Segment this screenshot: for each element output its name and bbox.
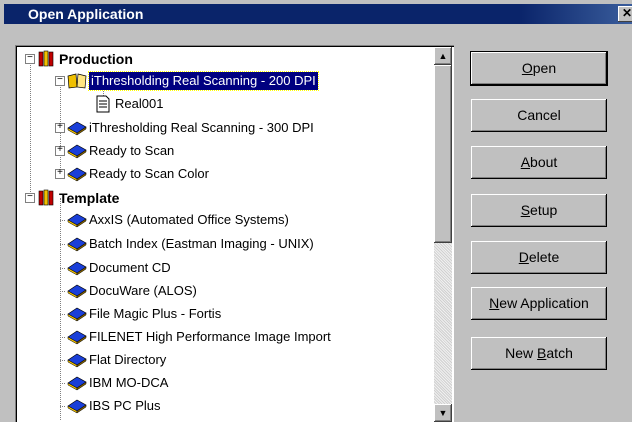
book-icon [67,374,87,392]
tree-node-label: Real001 [115,96,164,111]
open-button[interactable]: Open [471,52,607,85]
books-icon [37,50,57,68]
tree-node-filemagic[interactable]: File Magic Plus - Fortis [15,303,433,325]
tree-node-doccd[interactable]: Document CD [15,257,433,279]
new-application-button[interactable]: New Application [471,287,607,320]
scroll-up-button[interactable]: ▲ [434,47,452,65]
tree-node-production[interactable]: − Production [15,48,433,70]
tree-node-label: IBS PC Plus [89,398,161,413]
tree-node-label: Document CD [89,260,171,275]
tree-node-label: File Magic Plus - Fortis [89,306,222,321]
tree-node-ibspc[interactable]: IBS PC Plus [15,395,433,417]
tree-node-batchidx[interactable]: Batch Index (Eastman Imaging - UNIX) [15,233,433,255]
close-button[interactable]: ✕ [618,6,632,22]
expand-button[interactable]: + [55,123,65,133]
expand-button[interactable]: + [55,169,65,179]
vertical-scrollbar[interactable]: ▲ ▼ [434,47,452,422]
book-icon [67,211,87,229]
books-icon [37,189,57,207]
tree-node-label: IBM MO-DCA [89,375,169,390]
open-book-icon [67,72,87,90]
collapse-button[interactable]: − [25,193,35,203]
tree-node-axxis[interactable]: AxxIS (Automated Office Systems) [15,209,433,231]
tree-node-label: Batch Index (Eastman Imaging - UNIX) [89,236,314,251]
cancel-button[interactable]: Cancel [471,99,607,132]
close-icon: ✕ [621,6,632,20]
book-icon [67,397,87,415]
tree-content: − Production − iThresholding Real Scanning … [15,45,433,422]
document-icon [93,95,113,113]
tree-node-label: iThresholding Real Scanning - 300 DPI [89,120,314,135]
new-batch-button[interactable]: New Batch [471,337,607,370]
about-button[interactable]: About [471,146,607,179]
tree-node-docuware[interactable]: DocuWare (ALOS) [15,280,433,302]
collapse-button[interactable]: − [55,76,65,86]
tree-node-label: Ready to Scan [89,143,175,158]
tree-node-label: DocuWare (ALOS) [89,283,197,298]
tree-node-label: Production [59,51,133,67]
tree-node-flatdir[interactable]: Flat Directory [15,349,433,371]
tree-node-label: Flat Directory [89,352,167,367]
title-bar: Open Application ✕ [4,4,632,24]
tree-node-label: Ready to Scan Color [89,166,209,181]
book-icon [67,282,87,300]
tree-node-filenet[interactable]: FILENET High Performance Image Import [15,326,433,348]
book-icon [67,328,87,346]
scroll-down-button[interactable]: ▼ [434,404,452,422]
tree-node-rts[interactable]: + Ready to Scan [15,140,433,162]
book-icon [67,142,87,160]
application-tree[interactable]: − Production − iThresholding Real Scanning … [15,45,454,422]
tree-node-real001[interactable]: Real001 [15,93,433,115]
tree-node-label: FILENET High Performance Image Import [89,329,331,344]
tree-node-ithr300[interactable]: + iThresholding Real Scanning - 300 DPI [15,117,433,139]
tree-node-label: AxxIS (Automated Office Systems) [89,212,289,227]
dialog-title: Open Application [28,6,144,22]
book-icon [67,305,87,323]
tree-node-rtsc[interactable]: + Ready to Scan Color [15,163,433,185]
setup-button[interactable]: Setup [471,194,607,227]
open-application-dialog: Open Application ✕ − Production − iThreshol… [0,0,632,422]
book-icon [67,165,87,183]
collapse-button[interactable]: − [25,54,35,64]
book-icon [67,119,87,137]
book-icon [67,351,87,369]
scroll-thumb[interactable] [434,65,452,243]
expand-button[interactable]: + [55,146,65,156]
tree-node-label: Template [59,190,120,206]
book-icon [67,259,87,277]
book-icon [67,235,87,253]
tree-node-ithr200[interactable]: − iThresholding Real Scanning - 200 DPI [15,70,433,92]
tree-node-ibmmo[interactable]: IBM MO-DCA [15,372,433,394]
tree-node-template[interactable]: − Template [15,187,433,209]
tree-node-label: iThresholding Real Scanning - 200 DPI [88,71,319,91]
delete-button[interactable]: Delete [471,241,607,274]
